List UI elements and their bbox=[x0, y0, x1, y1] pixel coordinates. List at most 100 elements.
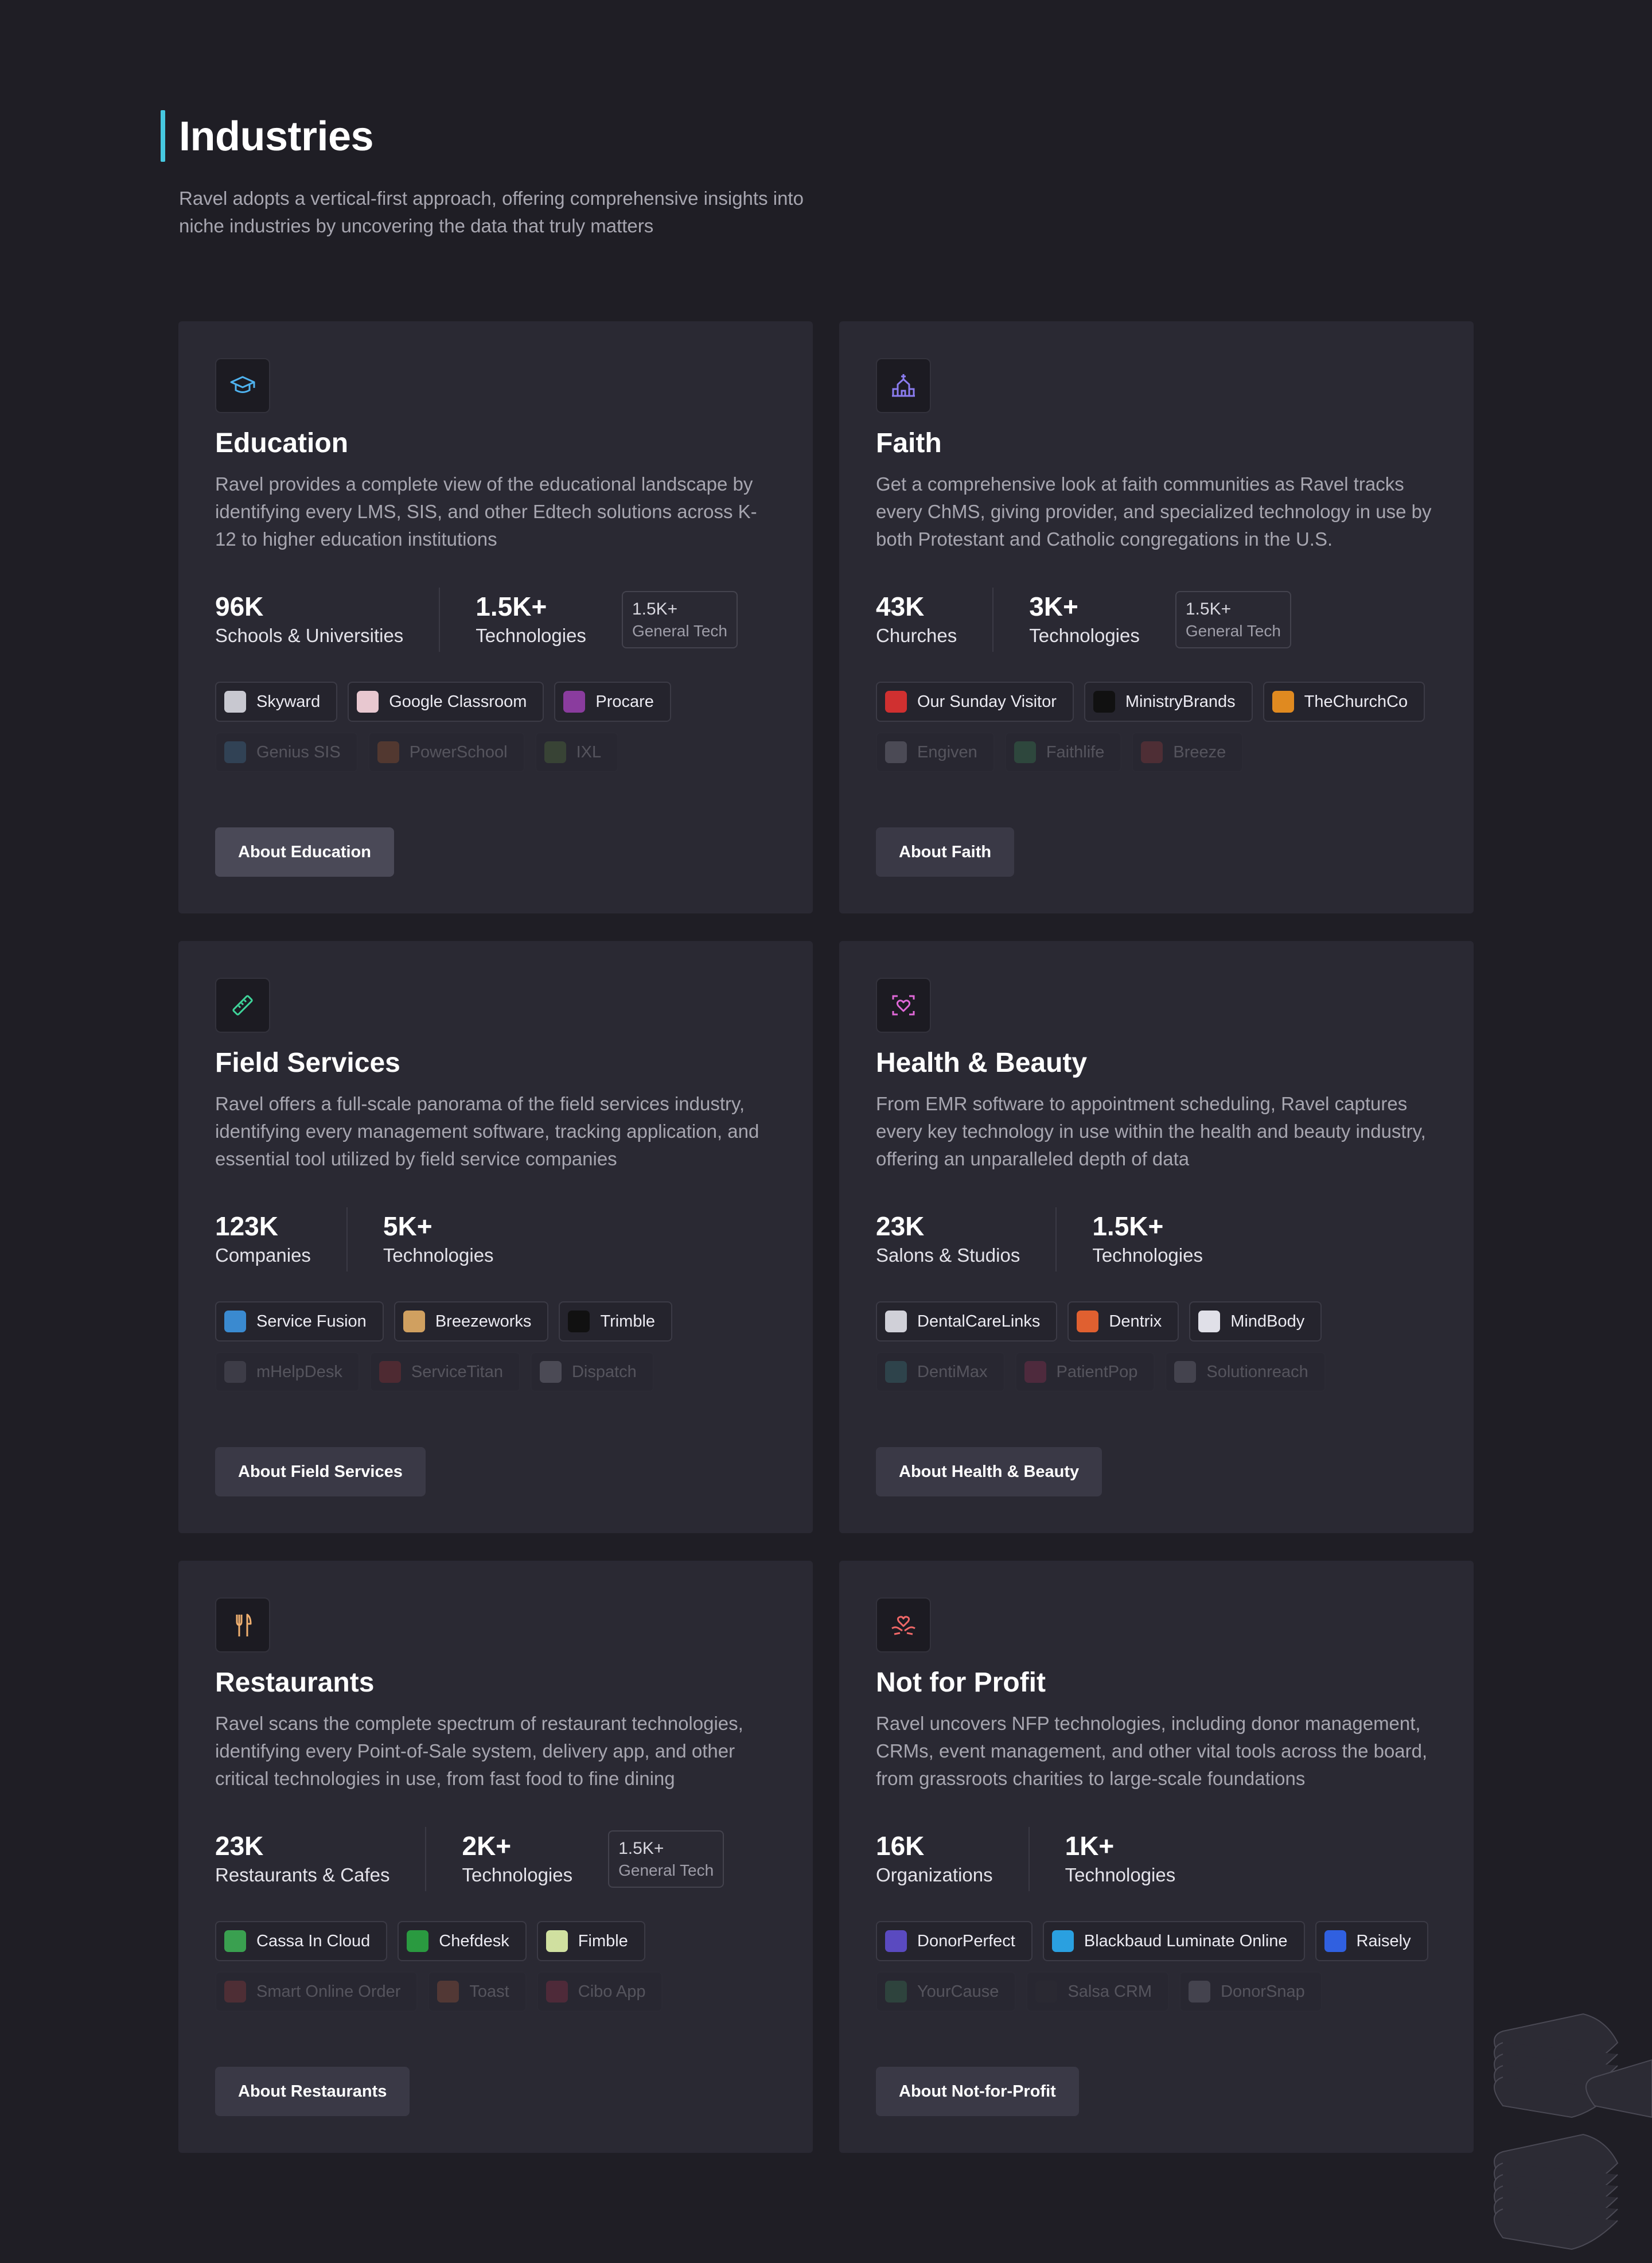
technology-logo-icon bbox=[407, 1930, 429, 1952]
about-education-button[interactable]: About Education bbox=[215, 827, 394, 877]
technology-name: Our Sunday Visitor bbox=[917, 692, 1057, 711]
card-description: Ravel uncovers NFP technologies, includi… bbox=[876, 1713, 1428, 1789]
technology-chip[interactable]: Trimble bbox=[559, 1301, 673, 1342]
stat-primary: 96K Schools & Universities bbox=[215, 590, 403, 649]
technology-chip[interactable]: Service Fusion bbox=[215, 1301, 384, 1342]
technology-chip[interactable]: Raisely bbox=[1315, 1921, 1428, 1961]
technology-logo-icon bbox=[437, 1981, 459, 2003]
about-restaurants-button[interactable]: About Restaurants bbox=[215, 2067, 410, 2116]
technology-chips-faded: Smart Online Order Toast Cibo App bbox=[215, 1972, 789, 2012]
stats-row: 96K Schools & Universities 1.5K+ Technologi… bbox=[215, 585, 776, 654]
industry-icon-box bbox=[215, 358, 270, 413]
technology-name: Blackbaud Luminate Online bbox=[1084, 1931, 1288, 1950]
technology-chips-faded: mHelpDesk ServiceTitan Dispatch bbox=[215, 1352, 789, 1392]
technology-chip[interactable]: Blackbaud Luminate Online bbox=[1042, 1921, 1305, 1961]
stat-label: Salons & Studios bbox=[876, 1245, 1020, 1266]
accent-bar bbox=[161, 110, 165, 162]
technology-chip[interactable]: DentalCareLinks bbox=[876, 1301, 1058, 1342]
technology-logo-icon bbox=[357, 691, 379, 713]
technology-chip[interactable]: Dentrix bbox=[1067, 1301, 1179, 1342]
stat-value: 1.5K+ bbox=[1092, 1211, 1164, 1241]
technology-logo-icon bbox=[377, 741, 399, 763]
technology-logo-icon bbox=[1077, 1311, 1099, 1332]
stat-divider bbox=[346, 1207, 348, 1272]
technology-name: Chefdesk bbox=[439, 1931, 509, 1950]
technology-chip-faded: PatientPop bbox=[1015, 1352, 1155, 1392]
stat-value: 1.5K+ bbox=[476, 592, 547, 621]
technology-logo-icon bbox=[1035, 1981, 1058, 2003]
technology-logo-icon bbox=[546, 1930, 568, 1952]
stat-label: Technologies bbox=[476, 625, 586, 646]
technology-logo-icon bbox=[1198, 1311, 1221, 1332]
technology-logo-icon bbox=[224, 1311, 246, 1332]
technology-logo-icon bbox=[224, 1361, 246, 1383]
stat-value: 5K+ bbox=[383, 1211, 433, 1241]
technology-chips-faded: Genius SIS PowerSchool IXL bbox=[215, 732, 789, 772]
technology-logo-icon bbox=[1141, 741, 1163, 763]
technology-chip[interactable]: Skyward bbox=[215, 682, 338, 722]
technology-chip-faded: Breeze bbox=[1132, 732, 1244, 772]
card-title: Faith bbox=[876, 428, 942, 458]
technology-logo-icon bbox=[403, 1311, 425, 1332]
technology-chip[interactable]: Procare bbox=[554, 682, 671, 722]
about-faith-button[interactable]: About Faith bbox=[876, 827, 1015, 877]
technology-chip-faded: ServiceTitan bbox=[369, 1352, 520, 1392]
technology-chip[interactable]: Fimble bbox=[536, 1921, 645, 1961]
technology-logo-icon bbox=[1189, 1981, 1211, 2003]
stat-divider bbox=[1055, 1207, 1057, 1272]
technology-logo-icon bbox=[1014, 741, 1036, 763]
technology-chip[interactable]: TheChurchCo bbox=[1263, 682, 1425, 722]
technology-chip[interactable]: MindBody bbox=[1189, 1301, 1322, 1342]
technology-chip[interactable]: Cassa In Cloud bbox=[215, 1921, 388, 1961]
technology-name: Genius SIS bbox=[256, 742, 341, 761]
technology-chip-faded: mHelpDesk bbox=[215, 1352, 360, 1392]
industry-icon-box bbox=[215, 1597, 270, 1652]
technology-chip[interactable]: DonorPerfect bbox=[876, 1921, 1032, 1961]
stats-row: 43K Churches 3K+ Technologies 1.5K+ General T… bbox=[876, 585, 1437, 654]
about-field-services-button[interactable]: About Field Services bbox=[215, 1447, 426, 1496]
card-description: Get a comprehensive look at faith commun… bbox=[876, 473, 1432, 550]
technology-chip-faded: Toast bbox=[428, 1972, 527, 2012]
stat-value: 1K+ bbox=[1065, 1831, 1115, 1861]
stat-label: Organizations bbox=[876, 1864, 993, 1885]
technology-logo-icon bbox=[1272, 691, 1294, 713]
stats-row: 16K Organizations 1K+ Technologies bbox=[876, 1825, 1437, 1893]
card-title: Not for Profit bbox=[876, 1667, 1046, 1698]
technology-name: MinistryBrands bbox=[1125, 692, 1236, 711]
technology-chip-faded: Salsa CRM bbox=[1026, 1972, 1170, 2012]
technology-chip[interactable]: Chefdesk bbox=[398, 1921, 527, 1961]
technology-chip[interactable]: Our Sunday Visitor bbox=[876, 682, 1074, 722]
general-tech-badge: 1.5K+ General Tech bbox=[1175, 591, 1291, 648]
stat-label: Technologies bbox=[1065, 1864, 1176, 1885]
industry-icon-box bbox=[215, 978, 270, 1033]
stat-technologies: 1.5K+ Technologies bbox=[1092, 1210, 1203, 1269]
about-health-beauty-button[interactable]: About Health & Beauty bbox=[876, 1447, 1102, 1496]
stats-row: 23K Restaurants & Cafes 2K+ Technologies 1.5… bbox=[215, 1825, 776, 1893]
general-tech-badge: 1.5K+ General Tech bbox=[621, 591, 738, 648]
stat-primary: 43K Churches bbox=[876, 590, 957, 649]
technology-name: Dispatch bbox=[571, 1362, 637, 1381]
technology-name: Skyward bbox=[256, 692, 321, 711]
technology-logo-icon bbox=[224, 1930, 246, 1952]
technology-logo-icon bbox=[885, 1981, 907, 2003]
card-description: From EMR software to appointment schedul… bbox=[876, 1093, 1426, 1169]
page-subtitle: Ravel adopts a vertical-first approach, … bbox=[179, 188, 804, 236]
technology-chip[interactable]: Breezeworks bbox=[393, 1301, 549, 1342]
stat-technologies: 3K+ Technologies bbox=[1029, 590, 1140, 649]
technology-chip[interactable]: MinistryBrands bbox=[1084, 682, 1253, 722]
technology-logo-icon bbox=[1024, 1361, 1046, 1383]
industries-grid: Education Ravel provides a complete view … bbox=[178, 321, 1474, 2153]
stats-row: 123K Companies 5K+ Technologies bbox=[215, 1205, 776, 1274]
technology-chips: Our Sunday Visitor MinistryBrands TheChurc… bbox=[876, 682, 1450, 722]
technology-chip[interactable]: Google Classroom bbox=[348, 682, 544, 722]
about-not-for-profit-button[interactable]: About Not-for-Profit bbox=[876, 2067, 1079, 2116]
stat-primary: 23K Salons & Studios bbox=[876, 1210, 1020, 1269]
stat-label: Schools & Universities bbox=[215, 625, 404, 646]
section-header: Industries Ravel adopts a vertical-first… bbox=[161, 109, 833, 240]
stat-divider bbox=[1028, 1827, 1030, 1891]
technology-name: DentiMax bbox=[917, 1362, 988, 1381]
technology-chip-faded: Dispatch bbox=[530, 1352, 654, 1392]
card-description: Ravel scans the complete spectrum of res… bbox=[215, 1713, 743, 1789]
stat-value: 2K+ bbox=[462, 1831, 512, 1861]
technology-name: Breezeworks bbox=[435, 1312, 532, 1331]
